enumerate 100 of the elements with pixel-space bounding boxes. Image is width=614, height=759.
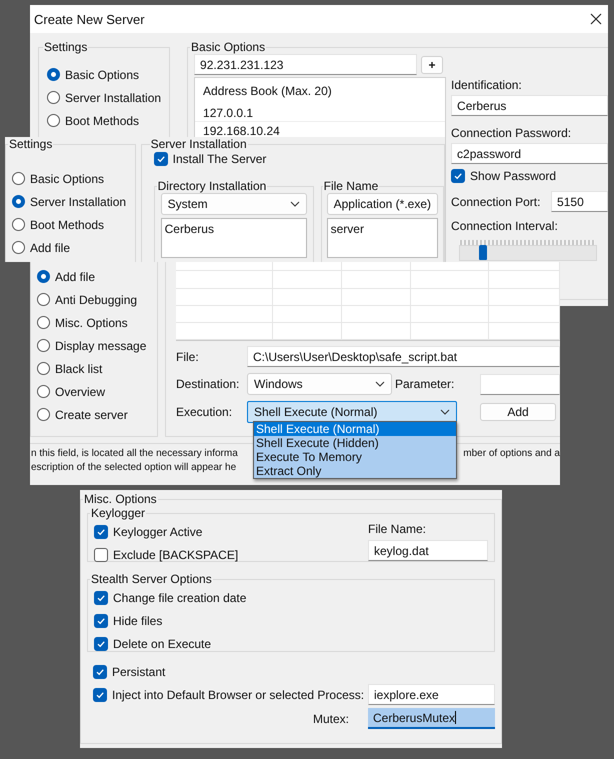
- checkmark-icon: [96, 616, 106, 626]
- window-title: Create New Server: [34, 12, 145, 26]
- add-button[interactable]: Add: [480, 403, 556, 421]
- field-label: Connection Password:: [451, 125, 572, 142]
- checkbox[interactable]: [94, 524, 108, 538]
- checkbox-label: Persistant: [112, 664, 166, 678]
- file-name-field[interactable]: keylog.dat: [368, 540, 488, 561]
- group-title: Basic Options: [190, 40, 266, 54]
- process-field[interactable]: iexplore.exe: [368, 684, 495, 705]
- dropdown-option[interactable]: Shell Execute (Normal): [254, 422, 456, 436]
- option-label: Boot Methods: [30, 218, 104, 232]
- radio-button[interactable]: [37, 385, 50, 398]
- group-title: Settings: [8, 137, 54, 151]
- checkbox[interactable]: [94, 614, 108, 628]
- add-button[interactable]: +: [421, 56, 444, 74]
- checkbox[interactable]: [154, 152, 168, 166]
- field-label: File:: [176, 350, 200, 364]
- checkmark-icon: [96, 526, 106, 536]
- checkbox-label: Install The Server: [172, 152, 266, 166]
- radio-button[interactable]: [47, 68, 60, 81]
- option-label: Create server: [55, 408, 128, 422]
- checkmark-icon: [156, 154, 166, 164]
- description-text: mber of options and a: [463, 447, 560, 461]
- field-label: Parameter:: [394, 377, 456, 391]
- group-title: File Name: [322, 179, 380, 193]
- field-label: Destination:: [176, 377, 240, 391]
- text-area[interactable]: Cerberus: [160, 218, 307, 258]
- slider-thumb[interactable]: [479, 245, 488, 260]
- radio-button[interactable]: [37, 408, 50, 421]
- radio-button[interactable]: [47, 91, 60, 104]
- radio-button[interactable]: [37, 270, 50, 283]
- option-label: Display message: [55, 338, 146, 352]
- checkbox-label: Show Password: [470, 168, 556, 182]
- address-field[interactable]: 92.231.231.123: [194, 54, 418, 75]
- checkmark-icon: [96, 592, 106, 602]
- option-label: Black list: [55, 362, 102, 376]
- checkbox-label: Keylogger Active: [113, 524, 202, 538]
- field-label: Identification:: [451, 77, 523, 94]
- radio-button[interactable]: [37, 339, 50, 352]
- radio-button[interactable]: [12, 241, 25, 254]
- slider-track[interactable]: [459, 245, 598, 261]
- group-title: Misc. Options: [83, 492, 158, 506]
- identification-field[interactable]: Cerberus: [451, 95, 608, 116]
- list-item[interactable]: 127.0.0.1: [195, 104, 446, 122]
- option-label: Server Installation: [65, 90, 162, 104]
- option-label: Basic Options: [65, 68, 140, 82]
- checkbox[interactable]: [93, 688, 107, 702]
- option-label: Misc. Options: [55, 316, 128, 330]
- checkmark-icon: [95, 666, 105, 676]
- checkbox-label: Hide files: [113, 614, 162, 628]
- port-field[interactable]: 5150: [551, 191, 608, 212]
- radio-button[interactable]: [37, 293, 50, 306]
- group-title: Server Installation: [150, 137, 248, 151]
- checkmark-icon: [96, 638, 106, 648]
- text-area[interactable]: server: [326, 218, 438, 258]
- option-label: Add file: [30, 240, 70, 254]
- checkbox-label: Delete on Execute: [113, 636, 212, 650]
- description-text: escription of the selected option will appear he: [31, 461, 236, 475]
- checkbox-label: Change file creation date: [113, 590, 246, 604]
- option-label: Anti Debugging: [55, 292, 138, 306]
- parameter-field[interactable]: [480, 374, 560, 394]
- dropdown-option[interactable]: Execute To Memory: [254, 450, 456, 464]
- radio-button[interactable]: [47, 114, 60, 127]
- checkbox[interactable]: [94, 590, 108, 604]
- option-label: Server Installation: [30, 194, 126, 208]
- dropdown-option[interactable]: Extract Only: [254, 464, 456, 478]
- radio-button[interactable]: [12, 172, 25, 185]
- field-label: Mutex:: [312, 712, 349, 726]
- chevron-down-icon: [375, 381, 385, 387]
- radio-button[interactable]: [12, 195, 25, 208]
- checkbox-label: Inject into Default Browser or selected Process:: [112, 688, 364, 702]
- checkbox[interactable]: [451, 168, 466, 182]
- radio-button[interactable]: [37, 316, 50, 329]
- checkbox[interactable]: [94, 548, 108, 562]
- description-text: n this field, is located all the necessary informa: [31, 447, 238, 461]
- password-field[interactable]: c2password: [451, 143, 608, 164]
- group-title: Directory Installation: [156, 179, 268, 193]
- field-label: File Name:: [368, 522, 426, 536]
- checkbox[interactable]: [93, 664, 107, 678]
- field-label: Connection Interval:: [451, 218, 559, 235]
- dropdown[interactable]: Windows: [247, 373, 392, 395]
- checkmark-icon: [95, 690, 105, 700]
- group-title: Settings: [43, 40, 88, 54]
- field-label: Connection Port:: [451, 194, 540, 208]
- mutex-field[interactable]: CerberusMutex: [368, 708, 495, 729]
- close-icon[interactable]: [590, 13, 602, 25]
- group-title: Keylogger: [90, 506, 146, 520]
- radio-button[interactable]: [37, 362, 50, 375]
- file-path-field[interactable]: C:\Users\User\Desktop\safe_script.bat: [247, 346, 560, 367]
- dropdown[interactable]: Shell Execute (Normal): [247, 401, 457, 423]
- chevron-down-icon: [290, 201, 300, 207]
- dropdown-option[interactable]: Shell Execute (Hidden): [254, 436, 456, 450]
- option-label: Basic Options: [30, 172, 104, 186]
- chevron-down-icon: [440, 409, 450, 415]
- dropdown[interactable]: System: [160, 193, 307, 215]
- checkbox[interactable]: [94, 636, 108, 650]
- checkmark-icon: [453, 170, 464, 180]
- radio-button[interactable]: [12, 218, 25, 231]
- group-title: Stealth Server Options: [90, 572, 213, 586]
- dropdown[interactable]: Application (*.exe): [326, 193, 438, 215]
